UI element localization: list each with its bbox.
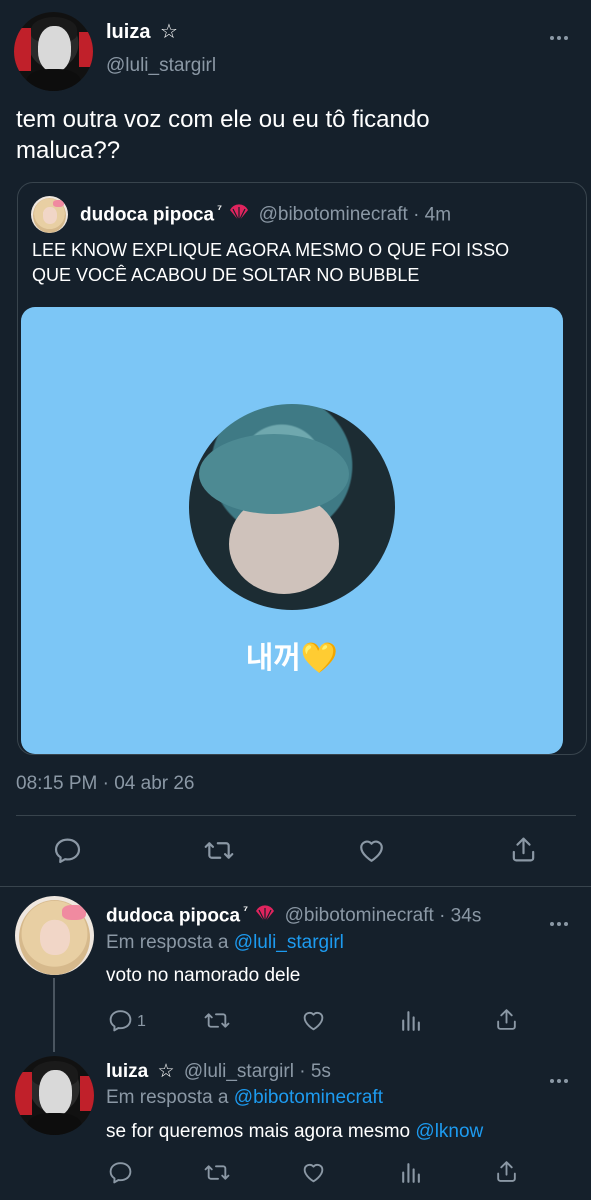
reply-count: 1 [137,1013,146,1030]
reply1-time: · 34s [439,905,482,927]
in-reply-to-link[interactable]: @bibotominecraft [234,1087,383,1108]
quoted-text-line: QUE VOCÊ ACABOU DE SOLTAR NO BUBBLE [32,265,420,285]
main-tweet-text: tem outra voz com ele ou eu tô ficando m… [16,104,430,166]
reply1-text: voto no namorado dele [106,965,301,986]
fan-emoji-icon [255,905,275,929]
reply2-author-avatar[interactable] [15,1056,94,1135]
star-badge: ☆ [157,1061,175,1082]
like-icon[interactable] [357,836,386,865]
quoted-text-line: LEE KNOW EXPLIQUE AGORA MESMO O QUE FOI … [32,240,510,260]
reply2-time: · 5s [299,1061,331,1082]
author-name-text: luiza [106,21,151,43]
reply2-header: luiza ☆ @luli_stargirl · 5s [106,1060,331,1083]
more-icon[interactable] [549,24,569,47]
quoted-time: · 4m [413,204,452,226]
main-author-handle[interactable]: @luli_stargirl [106,55,216,77]
reply1-author-name[interactable]: dudoca pipoca [106,905,240,926]
quoted-author-line: dudoca pipoca ⁷ @bibotominecraft · 4m [80,202,451,228]
quoted-author-avatar [31,196,68,233]
more-icon[interactable] [549,910,569,933]
reply1-in-reply-to: Em resposta a @luli_stargirl [106,932,344,954]
analytics-icon[interactable] [398,1008,423,1033]
thread-connector-line [53,978,55,1052]
tweet-text-line: tem outra voz com ele ou eu tô ficando [16,106,430,133]
reply1-author-avatar[interactable] [15,896,94,975]
in-reply-to-label: Em resposta a [106,932,229,953]
reply2-author-handle[interactable]: @luli_stargirl [184,1061,294,1082]
reply2-in-reply-to: Em resposta a @bibotominecraft [106,1087,383,1109]
reply2-text-body: se for queremos mais agora mesmo [106,1121,411,1142]
main-author-name[interactable]: luiza ☆ [106,19,178,44]
star-badge: ☆ [160,21,178,43]
like-icon[interactable] [301,1008,326,1033]
reply-icon[interactable] [108,1008,133,1033]
main-timestamp[interactable]: 08:15 PM · 04 abr 26 [16,773,195,795]
tweet-text-line: maluca?? [16,137,121,164]
name-superscript: ⁷ [243,903,249,917]
mention-link[interactable]: @lknow [415,1121,483,1142]
divider [16,815,576,816]
in-reply-to-label: Em resposta a [106,1087,229,1108]
image-caption: 내꺼💛 [245,642,339,675]
reply-icon[interactable] [53,836,82,865]
main-author-avatar[interactable] [14,12,93,91]
quoted-author-name: dudoca pipoca [80,204,215,226]
quoted-text: LEE KNOW EXPLIQUE AGORA MESMO O QUE FOI … [32,238,509,288]
more-icon[interactable] [549,1067,569,1090]
share-icon[interactable] [494,1159,519,1184]
reply-icon[interactable] [108,1160,133,1185]
retweet-icon[interactable] [203,1008,231,1033]
in-reply-to-link[interactable]: @luli_stargirl [234,932,344,953]
like-icon[interactable] [301,1160,326,1185]
reply2-author-name[interactable]: luiza [106,1061,148,1082]
fan-emoji-icon [229,204,249,228]
retweet-icon[interactable] [203,1160,231,1185]
quoted-author-handle: @bibotominecraft [258,204,408,226]
retweet-icon[interactable] [203,836,235,865]
share-icon[interactable] [494,1007,519,1032]
divider [0,886,591,887]
name-superscript: ⁷ [217,202,223,216]
reply2-text: se for queremos mais agora mesmo @lknow [106,1121,483,1143]
quoted-image[interactable]: 내꺼💛 [21,307,563,754]
image-profile-photo [189,404,395,610]
share-icon[interactable] [509,835,538,864]
analytics-icon[interactable] [398,1160,423,1185]
reply1-header: dudoca pipoca ⁷ @bibotominecraft · 34s [106,903,481,929]
reply1-author-handle[interactable]: @bibotominecraft [285,905,434,926]
